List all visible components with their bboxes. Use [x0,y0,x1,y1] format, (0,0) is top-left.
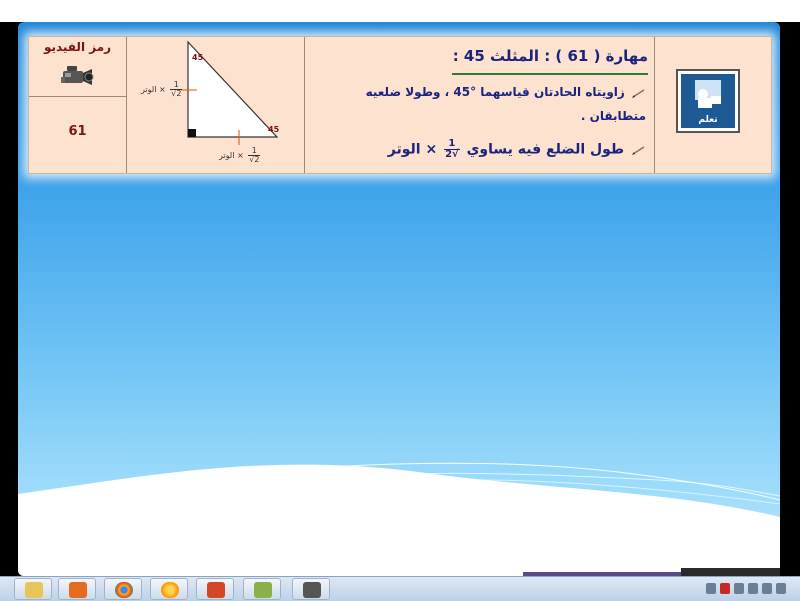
angle-label-right: 45 [268,125,280,134]
system-tray [700,577,800,601]
network-icon[interactable] [734,583,744,594]
video-code-header: رمز الفيديو [29,37,126,97]
times-sign: × [236,151,244,160]
hypotenuse-word: الوتر [141,85,157,94]
pencil-icon [632,145,645,155]
skill-text-cell: مهارة ( 61 ) : المثلث 45 : زاويتاه الحاد… [305,37,655,173]
green-app-icon [254,582,272,598]
skill-card: رمز الفيديو 61 45 45 الوتر × 1 √2 الوتر … [28,36,772,174]
volume-icon[interactable] [762,583,772,594]
video-camera-icon[interactable] [59,63,95,87]
fraction: 1 √2 [248,147,261,164]
right-triangle-diagram [181,40,279,145]
skill-line-2-text: متطابقان . [580,109,646,123]
fraction: 1 √2 [444,139,460,160]
media-player-icon [69,582,87,598]
video-code-cell: رمز الفيديو 61 [29,37,127,173]
skill-title: مهارة ( 61 ) : المثلث 45 : [452,47,648,65]
taskbar-chrome[interactable] [104,578,142,600]
horizontal-leg-label: الوتر × 1 √2 [219,147,262,164]
title-underline [452,73,648,75]
taskbar-video-recorder[interactable] [292,578,330,600]
skill-line-1: زاويتاه الحادتان قياسهما °45 ، وطولا ضلع… [366,85,646,99]
logo-label: تعلم [698,115,718,125]
fraction: 1 √2 [170,81,183,98]
video-code-number: 61 [68,124,87,139]
skill-line-2: متطابقان . [581,109,646,123]
language-icon[interactable] [776,583,786,594]
skill-line-3-after: × الوتر [387,141,438,158]
taskbar-green-app[interactable] [243,578,281,600]
fraction-denominator: √2 [249,155,260,164]
video-code-title: رمز الفيديو [43,40,112,54]
skill-line-1-text: زاويتاه الحادتان قياسهما °45 ، وطولا ضلع… [365,85,625,99]
flag-icon[interactable] [720,583,730,594]
file-explorer-icon [25,582,43,598]
learner-reading-icon [695,80,721,108]
windows-taskbar [0,576,800,601]
learn-logo[interactable]: تعلم [676,69,740,133]
logo-cell: تعلم [655,37,771,173]
top-white-strip [0,0,800,22]
firefox-icon [161,582,179,598]
taskbar-powerpoint[interactable] [196,578,234,600]
video-recorder-icon [303,582,321,598]
chrome-icon [115,582,133,598]
pencil-icon [632,88,645,98]
fraction-denominator: √2 [171,89,182,98]
angle-label-top: 45 [192,53,204,62]
hypotenuse-word: الوتر [219,151,235,160]
tray-arrow-icon[interactable] [706,583,716,594]
presenter-bar-dark [681,568,780,576]
taskbar-media-player[interactable] [58,578,96,600]
taskbar-file-explorer[interactable] [14,578,52,600]
logo-panel: تعلم [681,74,735,128]
times-sign: × [158,85,166,94]
presentation-slide: رمز الفيديو 61 45 45 الوتر × 1 √2 الوتر … [18,22,780,576]
triangle-diagram-cell: 45 45 الوتر × 1 √2 الوتر × 1 √2 [127,37,305,173]
signal-icon[interactable] [748,583,758,594]
skill-line-3: طول الضلع فيه يساوي 1 √2 × الوتر [388,139,646,160]
vertical-leg-label: الوتر × 1 √2 [141,81,184,98]
powerpoint-icon [207,582,225,598]
skill-line-3-before: طول الضلع فيه يساوي [466,141,625,158]
taskbar-firefox[interactable] [150,578,188,600]
fraction-denominator: √2 [445,149,459,160]
